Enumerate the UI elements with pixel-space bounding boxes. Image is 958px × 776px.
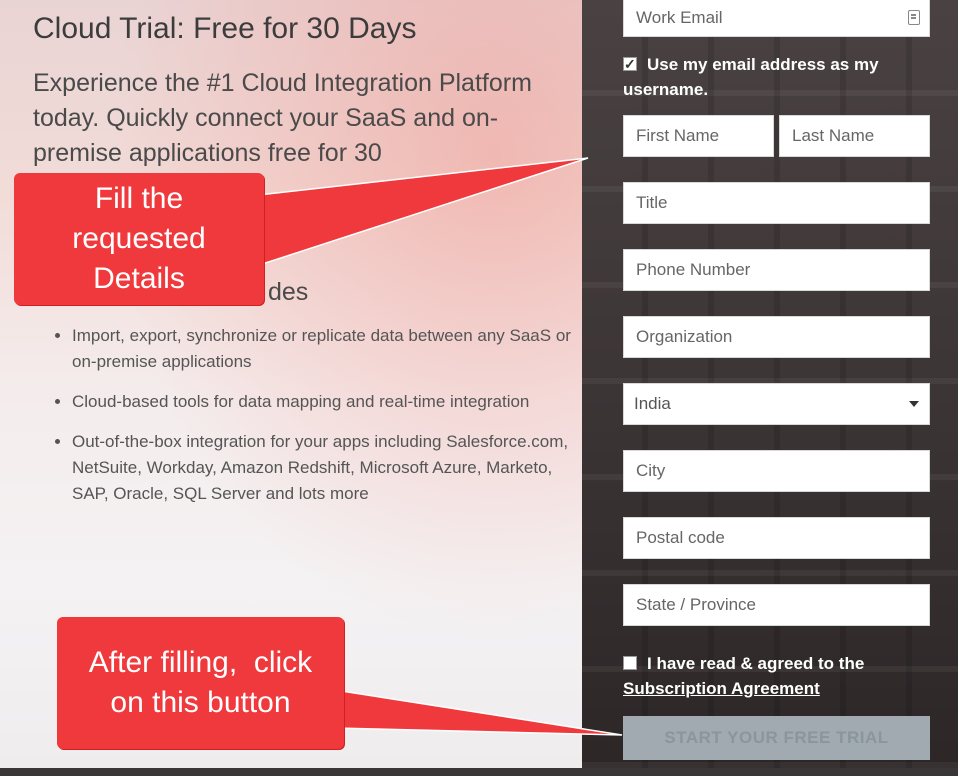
callout-line: Details: [93, 262, 185, 295]
callout-line: requested: [72, 222, 206, 255]
annotation-click-button: After filling, click on this button: [57, 617, 344, 749]
callout-pointer-fill: [249, 157, 589, 270]
callout-line: Fill the: [94, 182, 184, 215]
callout-line: After filling, click: [88, 646, 313, 679]
annotation-fill-details: Fill the requested Details: [14, 173, 264, 305]
callout-pointer-click: [334, 689, 623, 736]
callout-line: on this button: [110, 686, 291, 719]
